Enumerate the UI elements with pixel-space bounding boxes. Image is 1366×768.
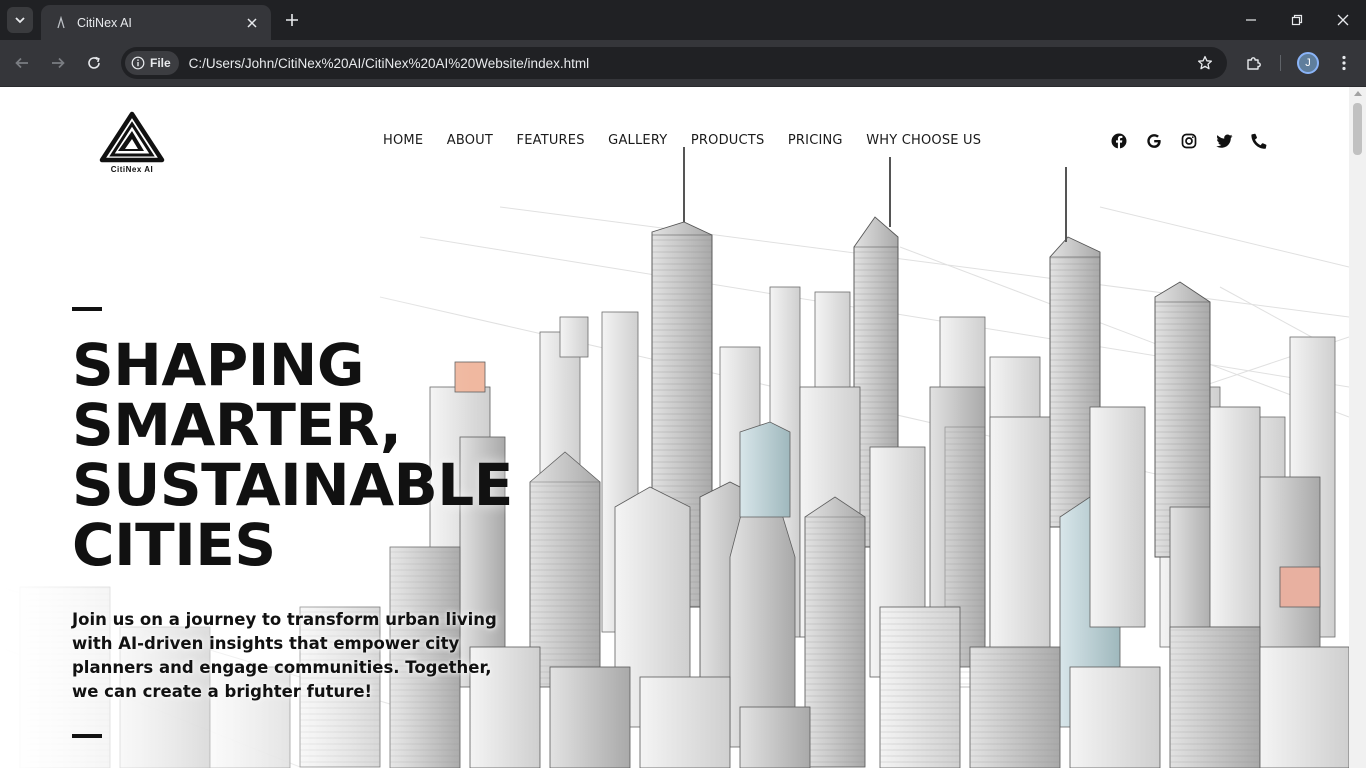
site-info-chip[interactable]: File	[125, 51, 179, 75]
scroll-up-arrow-icon[interactable]	[1354, 91, 1362, 96]
facebook-icon[interactable]	[1110, 132, 1128, 150]
back-button[interactable]	[10, 51, 34, 75]
hero-title-line: SMARTER,	[72, 391, 402, 459]
arrow-right-icon	[52, 57, 65, 69]
browser-tab-active[interactable]: CitiNex AI	[41, 5, 271, 40]
page-scrollbar[interactable]	[1349, 87, 1366, 768]
nav-link-home[interactable]: HOME	[383, 133, 423, 148]
info-icon	[131, 56, 145, 70]
restore-icon	[1291, 14, 1303, 26]
restore-button[interactable]	[1274, 0, 1320, 40]
twitter-icon[interactable]	[1215, 132, 1233, 150]
close-window-button[interactable]	[1320, 0, 1366, 40]
hero-title-line: SUSTAINABLE	[72, 451, 513, 519]
nav-link-features[interactable]: FEATURES	[517, 133, 585, 148]
minimize-button[interactable]	[1228, 0, 1274, 40]
google-icon[interactable]	[1145, 132, 1163, 150]
logo-text: CitiNex AI	[110, 165, 154, 174]
star-icon	[1197, 55, 1213, 70]
plus-icon	[286, 14, 298, 26]
hero-accent-line-bottom	[72, 734, 102, 738]
more-vertical-icon	[1342, 55, 1346, 71]
browser-menu-button[interactable]	[1332, 51, 1356, 75]
address-bar[interactable]: File C:/Users/John/CitiNex%20AI/CitiNex%…	[121, 47, 1227, 79]
nav-link-products[interactable]: PRODUCTS	[691, 133, 765, 148]
window-controls	[1228, 0, 1366, 40]
forward-button[interactable]	[46, 51, 70, 75]
extensions-button[interactable]	[1242, 51, 1266, 75]
toolbar-divider	[1280, 55, 1281, 71]
social-links	[1110, 132, 1268, 150]
minimize-icon	[1246, 19, 1256, 21]
hero-subtitle: Join us on a journey to transform urban …	[72, 610, 497, 701]
page-favicon-icon	[53, 15, 69, 31]
phone-icon[interactable]	[1250, 132, 1268, 150]
new-tab-button[interactable]	[281, 9, 303, 31]
browser-tab-bar: CitiNex AI	[0, 0, 1366, 40]
file-scheme-label: File	[150, 56, 171, 70]
hero-title-line: SHAPING	[72, 331, 364, 399]
nav-link-pricing[interactable]: PRICING	[788, 133, 843, 148]
puzzle-icon	[1247, 57, 1261, 70]
hero-accent-line-top	[72, 307, 102, 311]
tab-title: CitiNex AI	[77, 15, 132, 30]
chevron-down-icon	[15, 17, 25, 24]
hero-title: SHAPING SMARTER, SUSTAINABLE CITIES	[72, 335, 542, 575]
tab-search-button[interactable]	[7, 7, 33, 33]
logo-triangle-icon	[99, 111, 165, 163]
reload-button[interactable]	[82, 51, 106, 75]
url-text[interactable]: C:/Users/John/CitiNex%20AI/CitiNex%20AI%…	[189, 56, 589, 71]
nav-link-about[interactable]: ABOUT	[447, 133, 493, 148]
scrollbar-thumb[interactable]	[1353, 103, 1362, 155]
nav-link-why-choose-us[interactable]: WHY CHOOSE US	[866, 133, 981, 148]
arrow-left-icon	[15, 57, 28, 69]
bookmark-star-button[interactable]	[1195, 53, 1215, 73]
main-navigation: HOME ABOUT FEATURES GALLERY PRODUCTS PRI…	[383, 133, 1005, 148]
page-viewport: CitiNex AI HOME ABOUT FEATURES GALLERY P…	[0, 87, 1349, 768]
profile-avatar[interactable]: J	[1297, 52, 1319, 74]
instagram-icon[interactable]	[1180, 132, 1198, 150]
citinex-logo[interactable]: CitiNex AI	[98, 111, 166, 177]
close-icon	[1337, 14, 1349, 26]
nav-link-gallery[interactable]: GALLERY	[608, 133, 667, 148]
hero-title-line: CITIES	[72, 511, 276, 579]
reload-icon	[88, 56, 100, 69]
close-tab-icon[interactable]	[243, 14, 261, 32]
